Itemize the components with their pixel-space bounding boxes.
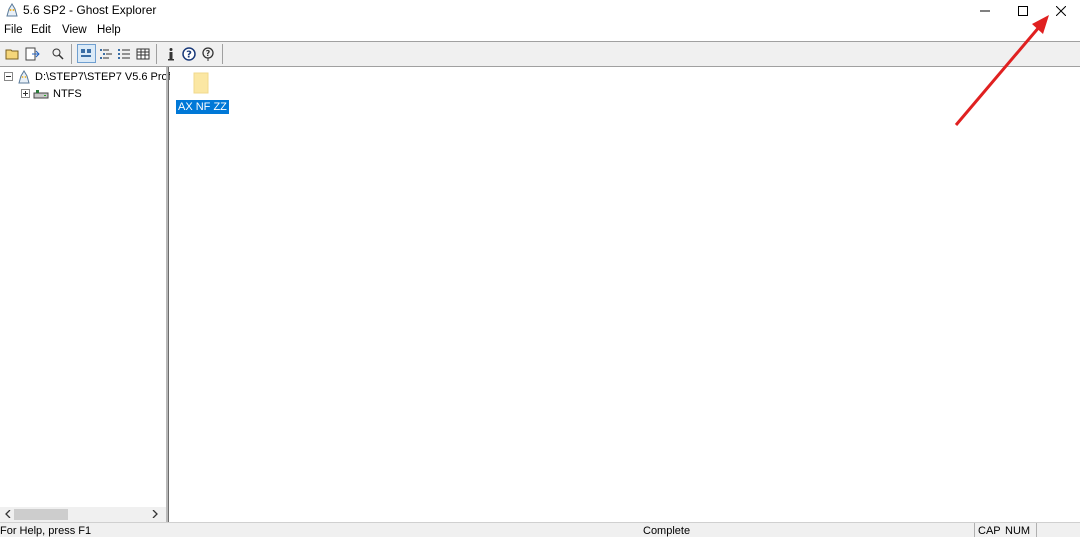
annotation-arrow — [954, 15, 1049, 126]
